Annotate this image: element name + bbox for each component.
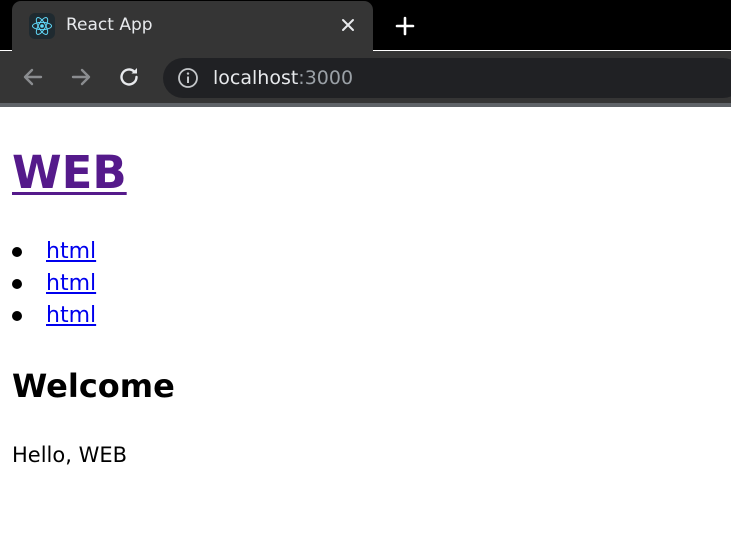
url-port: :3000: [298, 67, 354, 89]
close-icon[interactable]: [336, 13, 360, 37]
info-icon[interactable]: [177, 67, 199, 89]
browser-toolbar: localhost:3000: [0, 51, 731, 103]
tab-title: React App: [66, 15, 153, 35]
list-item: html: [12, 300, 96, 332]
bullet-icon: [12, 311, 22, 321]
page-title: WEB: [12, 147, 127, 199]
tab-strip: React App: [0, 0, 731, 51]
article-body: Hello, WEB: [12, 443, 128, 467]
reload-icon[interactable]: [115, 63, 143, 91]
react-logo-icon: [29, 13, 55, 39]
address-bar[interactable]: localhost:3000: [163, 58, 731, 98]
list-item: html: [12, 268, 96, 300]
home-link[interactable]: WEB: [12, 146, 127, 199]
page-viewport: WEB html html html Welcome Hello, WEB: [0, 107, 731, 542]
bullet-icon: [12, 247, 22, 257]
arrow-left-icon[interactable]: [19, 63, 47, 91]
url-text[interactable]: localhost:3000: [213, 67, 353, 89]
url-host: localhost: [213, 67, 299, 89]
nav-list: html html html: [12, 236, 96, 332]
browser-tab[interactable]: React App: [12, 1, 373, 51]
bullet-icon: [12, 279, 22, 289]
article-heading: Welcome: [12, 367, 175, 405]
arrow-right-icon[interactable]: [67, 63, 95, 91]
list-item: html: [12, 236, 96, 268]
nav-link[interactable]: html: [46, 239, 96, 264]
nav-link[interactable]: html: [46, 303, 96, 328]
plus-icon[interactable]: [392, 13, 418, 39]
nav-link[interactable]: html: [46, 271, 96, 296]
